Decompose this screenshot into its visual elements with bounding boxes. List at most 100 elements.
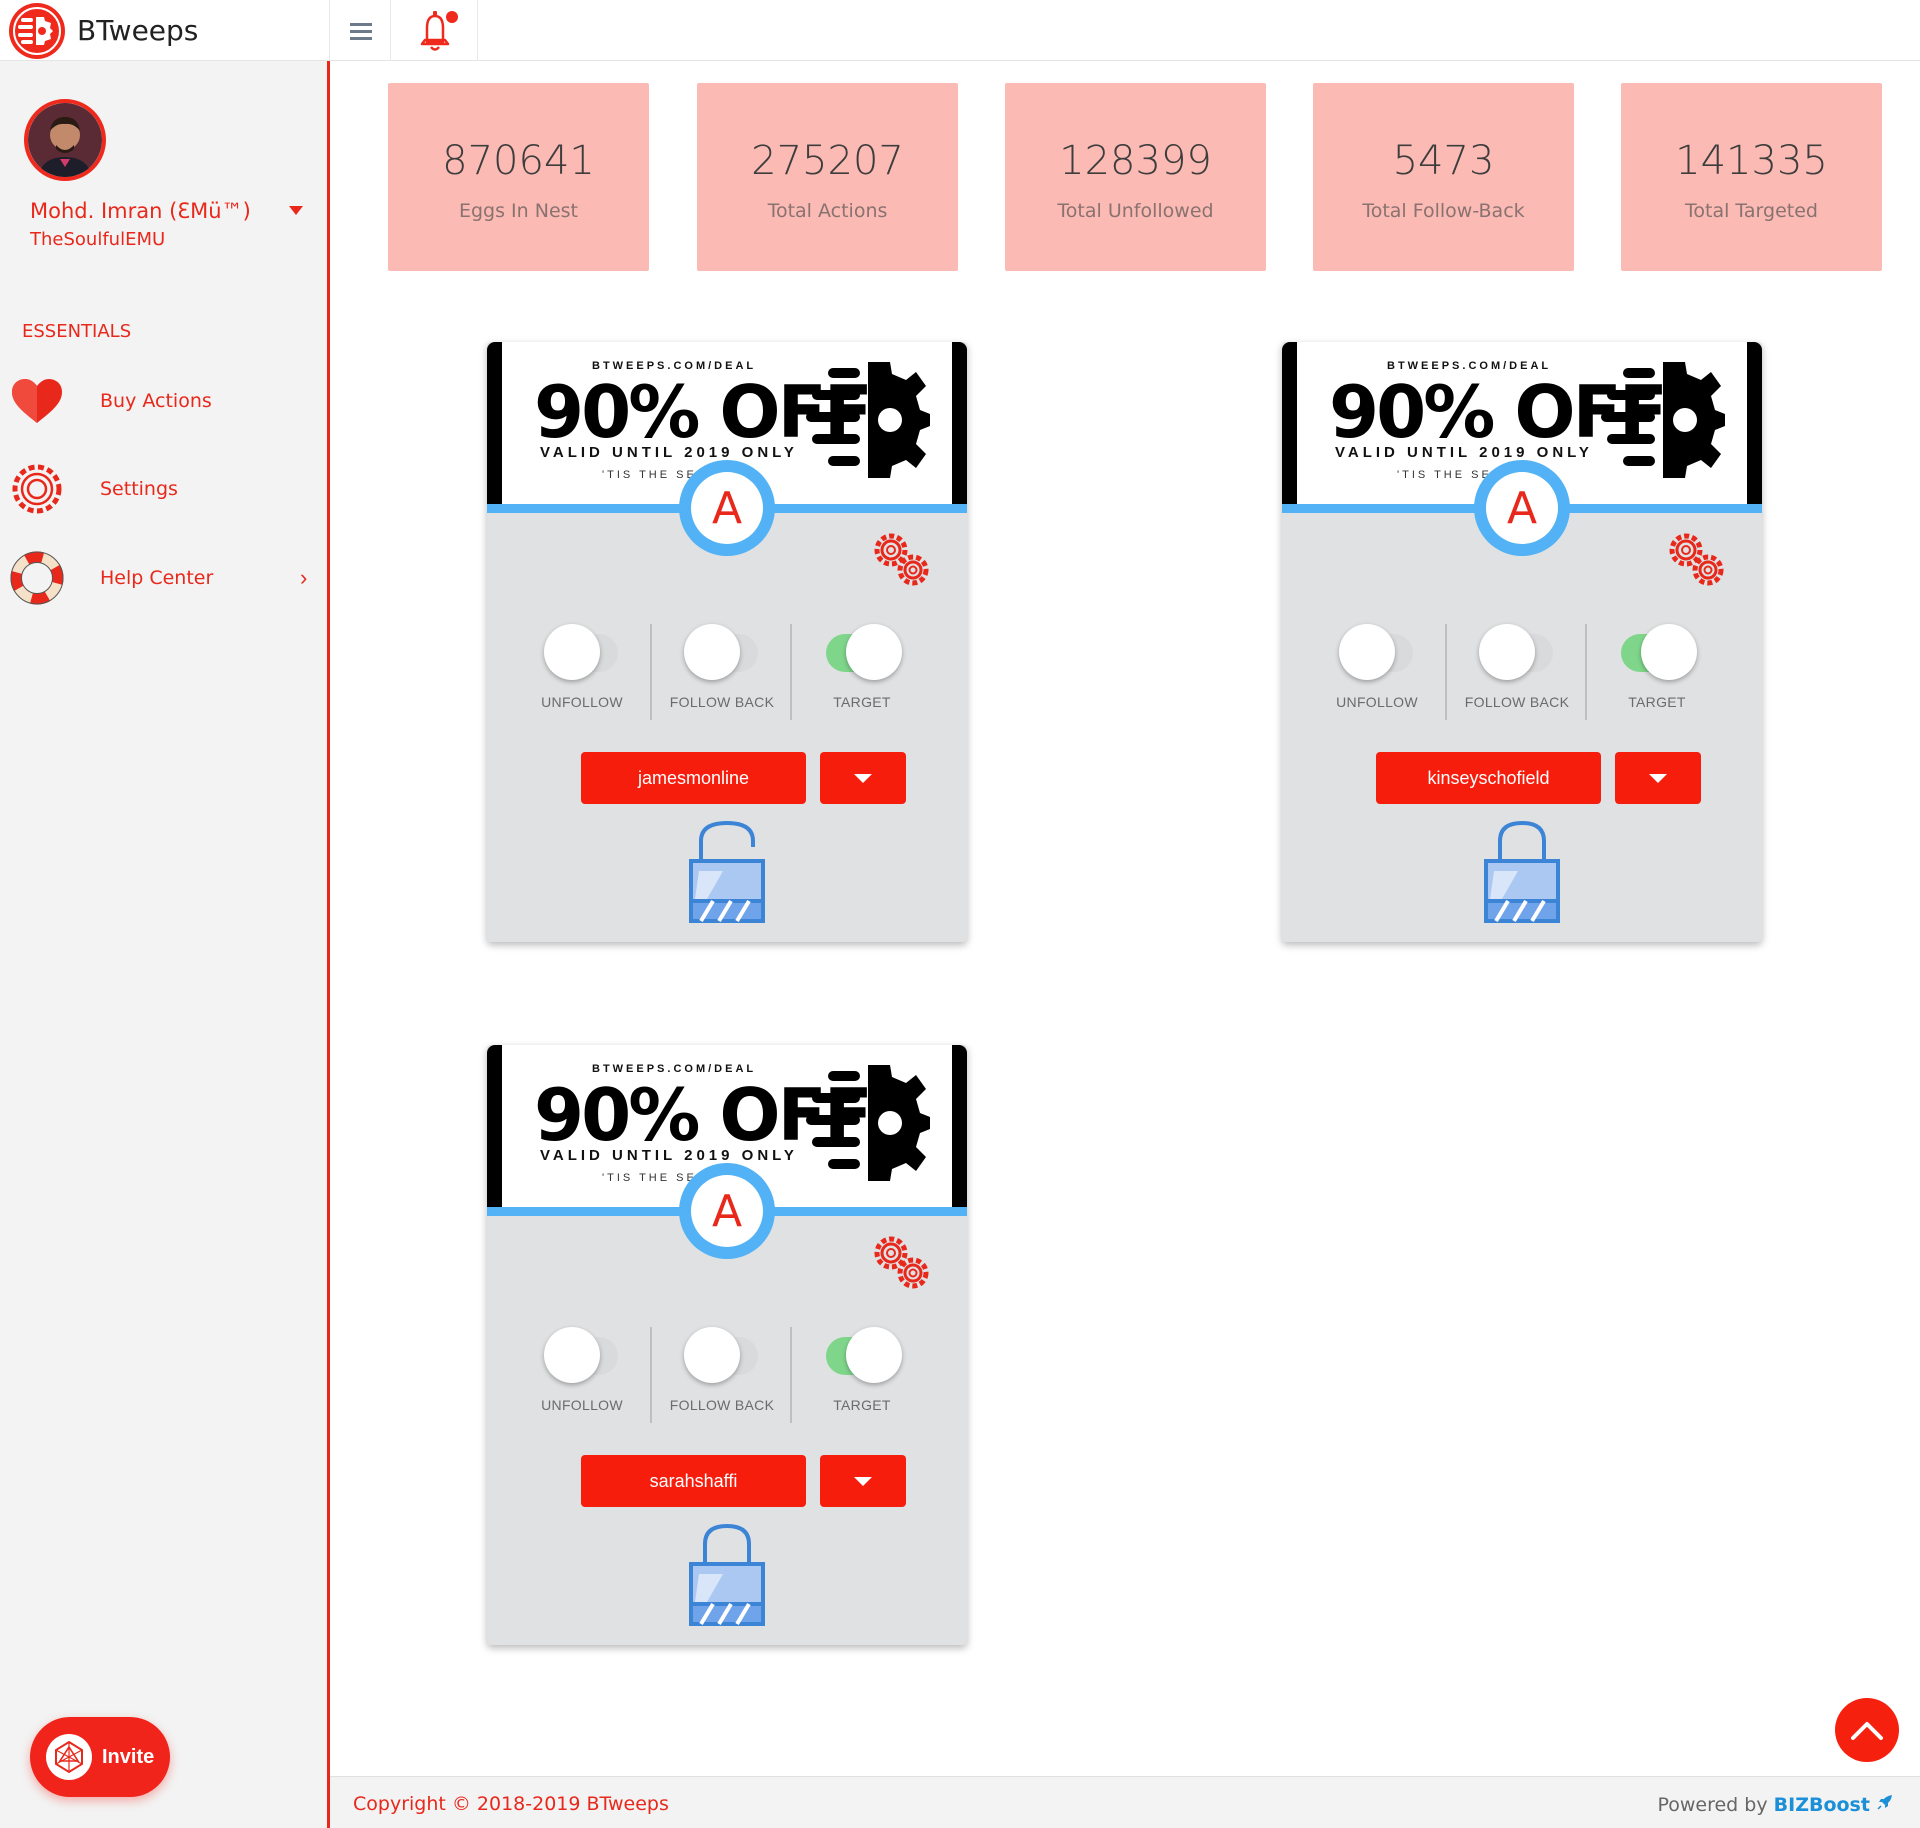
locked-padlock-icon[interactable] [1482,819,1562,925]
account-username-button[interactable]: kinseyschofield [1376,752,1601,804]
target-toggle[interactable] [824,624,902,680]
hamburger-icon [349,22,372,40]
powered-by-label: Powered by [1657,1794,1768,1816]
toggle-divider [790,624,792,720]
powered-by-brand-link[interactable]: BIZBoost [1774,1794,1870,1816]
banner-valid: VALID UNTIL 2019 ONLY [1335,444,1593,461]
unfollow-toggle-group: UNFOLLOW [522,624,642,724]
rocket-icon [1877,1795,1892,1810]
account-card: BTWEEPS.COM/DEAL 90% OFF VALID UNTIL 201… [1282,342,1762,942]
toggle-divider [650,624,652,720]
locked-padlock-icon[interactable] [687,1522,767,1628]
gear-icon [9,461,65,517]
gears-icon[interactable] [1664,528,1728,592]
badge-letter: A [711,1185,743,1237]
user-photo [28,103,102,177]
gears-icon[interactable] [869,528,933,592]
unfollow-toggle[interactable] [1339,624,1415,680]
caret-down-icon [854,1476,872,1486]
target-toggle-group: TARGET [802,624,922,724]
avatar[interactable] [24,99,106,181]
unfollow-toggle-group: UNFOLLOW [1317,624,1437,724]
bell-icon [420,10,458,51]
footer: Copyright © 2018-2019 BTweeps Powered by… [330,1776,1920,1828]
account-username-button[interactable]: sarahshaffi [581,1455,806,1507]
follow-back-toggle[interactable] [684,624,760,680]
user-name: Mohd. Imran (ƐMü™) [30,199,251,223]
sidebar: Mohd. Imran (ƐMü™) TheSoulfulEMU ESSENTI… [0,61,330,1828]
stat-value: 275207 [751,138,904,184]
sidebar-item-label: Settings [100,478,178,500]
badge-letter: A [1506,482,1538,534]
unfollow-toggle[interactable] [544,624,620,680]
banner-valid: VALID UNTIL 2019 ONLY [540,1147,798,1164]
notifications-button[interactable] [392,0,478,61]
sidebar-item-label: Help Center [100,567,214,589]
account-badge: A [1474,460,1570,556]
scroll-to-top-button[interactable] [1835,1698,1899,1762]
invite-button[interactable]: Invite [30,1717,170,1797]
sidebar-item-help-center[interactable]: Help Center › [0,546,327,610]
stat-label: Total Targeted [1685,200,1818,222]
stat-label: Total Actions [767,200,888,222]
toggle-divider [1445,624,1447,720]
sidebar-item-buy-actions[interactable]: Buy Actions [0,369,327,433]
account-username: jamesmonline [637,767,750,788]
toggle-label: UNFOLLOW [541,694,623,710]
copyright-text: Copyright © 2018-2019 BTweeps [353,1793,669,1815]
btweeps-mark-icon [1601,362,1725,478]
unfollow-toggle-group: UNFOLLOW [522,1327,642,1427]
stat-card-eggs-in-nest: 870641 Eggs In Nest [388,83,649,271]
gears-icon[interactable] [869,1231,933,1295]
toggle-divider [1585,624,1587,720]
stat-label: Total Unfollowed [1057,200,1214,222]
user-menu-caret-icon[interactable] [289,206,303,215]
stat-value: 128399 [1059,138,1212,184]
stat-value: 141335 [1675,138,1828,184]
toggle-label: UNFOLLOW [541,1397,623,1413]
stat-label: Eggs In Nest [458,200,578,222]
app-name: BTweeps [77,14,199,47]
account-dropdown-button[interactable] [1615,752,1701,804]
lifebuoy-icon [9,550,65,606]
invite-label: Invite [102,1745,155,1768]
account-badge: A [679,460,775,556]
account-dropdown-button[interactable] [820,752,906,804]
unfollow-toggle[interactable] [544,1327,620,1383]
stat-card-total-follow-back: 5473 Total Follow-Back [1313,83,1574,271]
follow-back-toggle[interactable] [1479,624,1555,680]
follow-back-toggle-group: FOLLOW BACK [662,1327,782,1427]
account-username: sarahshaffi [649,1470,738,1491]
chevron-up-icon [1851,1722,1883,1740]
chevron-right-icon: › [300,565,308,590]
sidebar-item-settings[interactable]: Settings [0,457,327,521]
follow-back-toggle-group: FOLLOW BACK [662,624,782,724]
target-toggle[interactable] [824,1327,902,1383]
account-username: kinseyschofield [1427,767,1550,788]
unlocked-padlock-icon[interactable] [687,819,767,925]
toggle-label: TARGET [833,694,891,710]
target-toggle-group: TARGET [1597,624,1717,724]
account-dropdown-button[interactable] [820,1455,906,1507]
toggle-label: TARGET [1628,694,1686,710]
toggle-label: TARGET [833,1397,891,1413]
caret-down-icon [854,773,872,783]
account-username-button[interactable]: jamesmonline [581,752,806,804]
toggle-label: FOLLOW BACK [1464,694,1570,710]
btweeps-logo-icon [9,2,65,59]
heart-icon [9,373,65,429]
section-label-essentials: ESSENTIALS [22,321,132,342]
notification-dot [445,10,458,23]
target-toggle[interactable] [1619,624,1697,680]
caret-down-icon [1649,773,1667,783]
menu-toggle-button[interactable] [331,0,391,61]
stat-card-total-unfollowed: 128399 Total Unfollowed [1005,83,1266,271]
follow-back-toggle[interactable] [684,1327,760,1383]
stat-value: 5473 [1392,138,1495,184]
user-handle: TheSoulfulEMU [30,229,166,250]
brand[interactable]: BTweeps [0,0,330,61]
btweeps-mark-icon [806,362,930,478]
btweeps-mark-icon [806,1065,930,1181]
toggle-divider [650,1327,652,1423]
banner-valid: VALID UNTIL 2019 ONLY [540,444,798,461]
